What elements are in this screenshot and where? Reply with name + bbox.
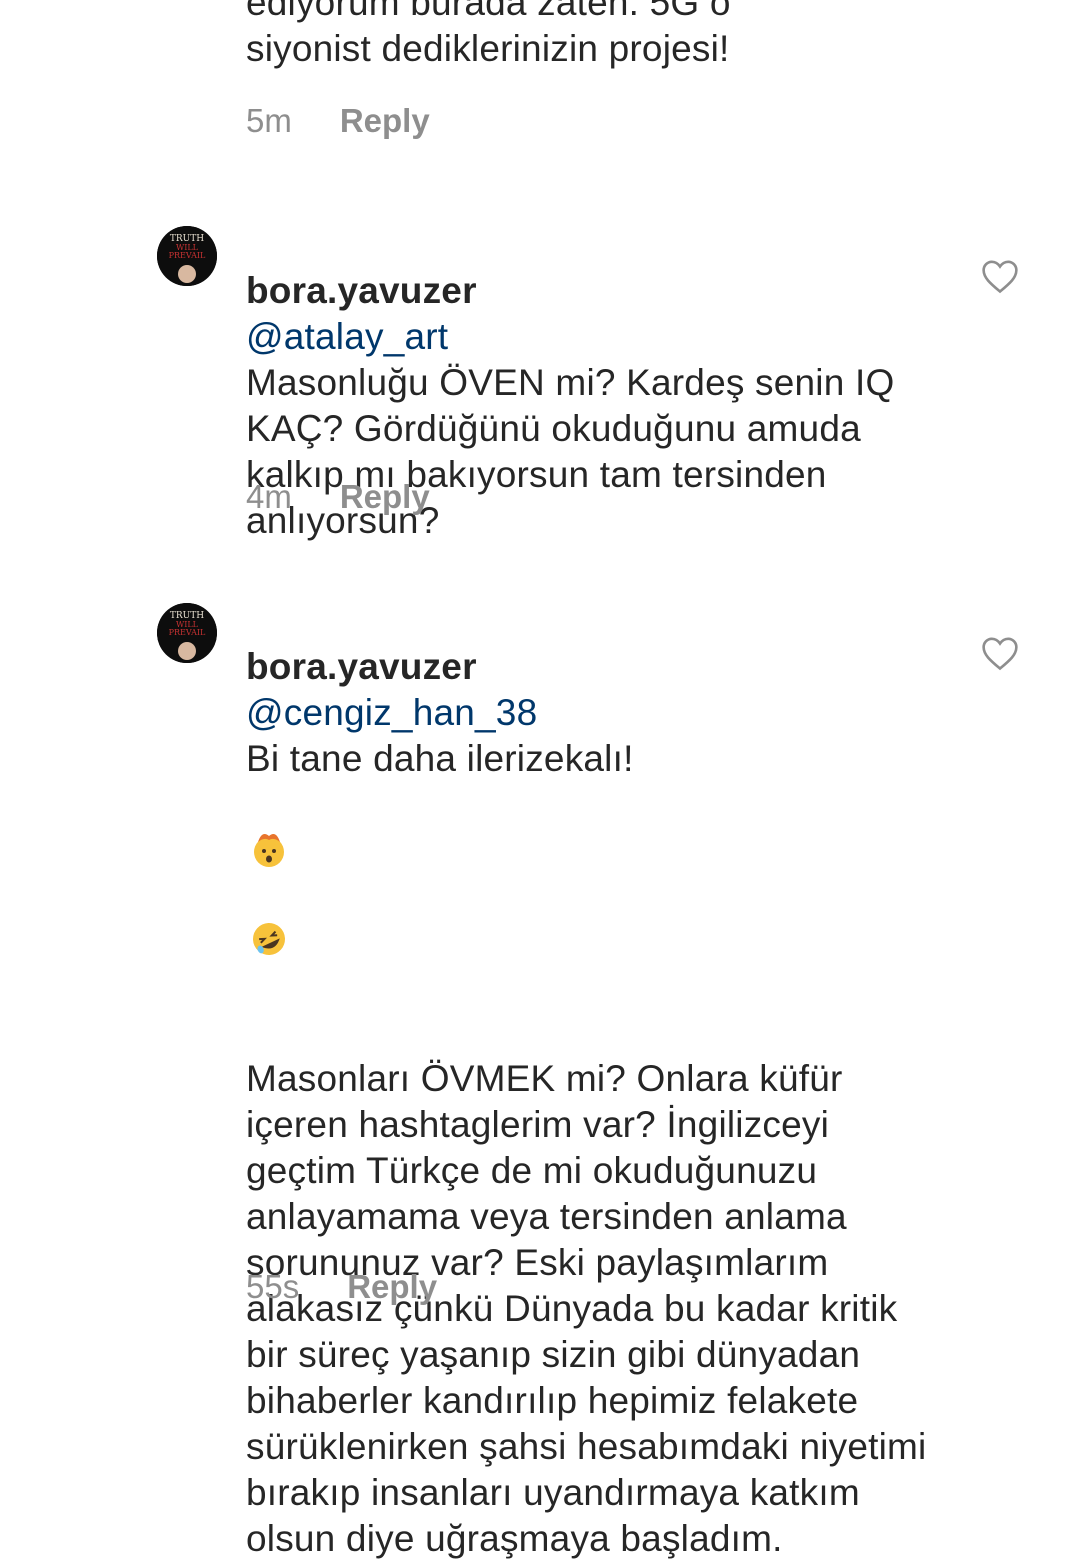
avatar[interactable]: TRUTH WILL PREVAIL: [157, 226, 217, 286]
comment-body: Bi tane daha ilerizekalı!: [246, 738, 634, 779]
comment-meta: 4m Reply: [246, 478, 430, 516]
comment-text: bora.yavuzer @cengiz_han_38 Bi tane daha…: [246, 598, 936, 1562]
comment-body: Masonları ÖVMEK mi? Onlara küfür içeren …: [246, 1058, 927, 1559]
comment-timestamp: 5m: [246, 102, 292, 139]
like-heart-icon[interactable]: [980, 635, 1020, 671]
comment-timestamp: 4m: [246, 478, 292, 515]
svg-text:PREVAIL: PREVAIL: [169, 628, 206, 637]
like-heart-icon[interactable]: [980, 258, 1020, 294]
comment-text-line: siyonist dediklerinizin projesi!: [246, 28, 730, 69]
svg-text:PREVAIL: PREVAIL: [169, 251, 206, 260]
comment-text: ediyorum burada zaten. 5G o siyonist ded…: [246, 0, 936, 72]
comment-mention[interactable]: @atalay_art: [246, 316, 448, 357]
avatar[interactable]: TRUTH WILL PREVAIL: [157, 603, 217, 663]
reply-button[interactable]: Reply: [347, 1268, 437, 1306]
rolling-laughing-emoji: [246, 873, 292, 955]
comment-meta: 5m Reply: [246, 102, 430, 140]
comment-username[interactable]: bora.yavuzer: [246, 646, 477, 687]
comment-mention[interactable]: @cengiz_han_38: [246, 692, 537, 733]
comment-meta: 55s Reply: [246, 1268, 437, 1306]
comment-text-line: ediyorum burada zaten. 5G o: [246, 0, 731, 23]
reply-button[interactable]: Reply: [340, 478, 430, 516]
exploding-head-emoji: [246, 782, 292, 867]
comment-timestamp: 55s: [246, 1268, 300, 1305]
comment-username[interactable]: bora.yavuzer: [246, 270, 477, 311]
reply-button[interactable]: Reply: [340, 102, 430, 140]
